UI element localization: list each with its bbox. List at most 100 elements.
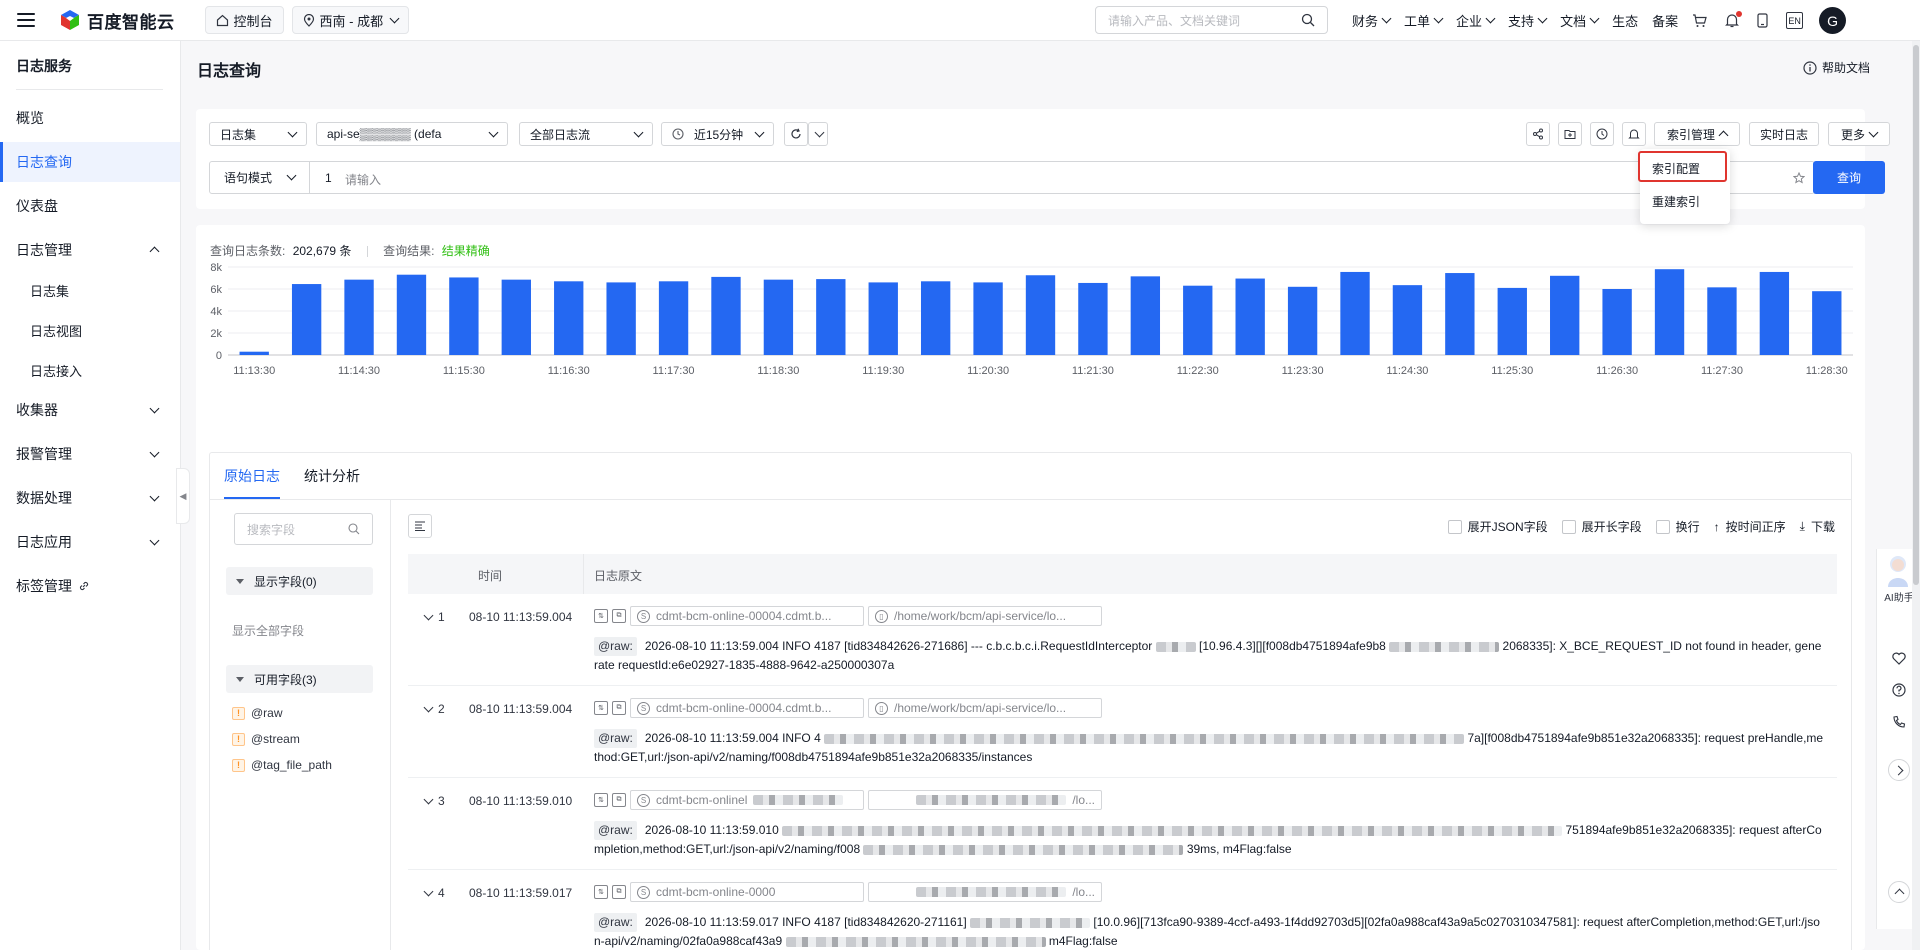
shown-fields-group[interactable]: 显示字段(0) [226,567,373,595]
histogram-bar[interactable] [1025,275,1056,355]
histogram-bar[interactable] [344,279,374,355]
histogram-chart[interactable]: 0 2k 4k 6k 8k 11:13:30 11:14:30 11:15:30 11:16:3… [196,261,1865,451]
path-tag[interactable]: ▯ /home/work/bcm/api-service/lo... [868,606,1102,626]
histogram-bar[interactable] [763,279,794,355]
path-tag[interactable]: /lo... [868,882,1102,902]
brand-logo[interactable]: 百度智能云 [59,8,175,33]
console-button[interactable]: 控制台 [204,6,284,34]
sidebar-item-dashboard[interactable]: 仪表盘 [0,186,180,226]
expand-icon[interactable]: ⇅ [594,885,608,899]
host-tag[interactable]: Scdmt-bcm-online-00004.cdmt.b... [630,698,864,718]
cart-icon[interactable] [1692,13,1707,28]
layout-toggle-button[interactable] [408,514,432,538]
nav-docs[interactable]: 文档 [1560,11,1600,30]
histogram-bar[interactable] [1759,271,1790,355]
histogram-bar[interactable] [554,281,584,355]
histogram-bar[interactable] [1602,289,1632,355]
histogram-bar[interactable] [1445,273,1475,355]
logset-select[interactable]: 日志集 [209,122,307,146]
field-item[interactable]: ! @stream [232,732,300,746]
share-button[interactable] [1526,122,1550,146]
table-row[interactable]: 4 08-10 11:13:59.017 ⇅ ⧉ Scdmt-bcm-onlin… [408,870,1837,950]
contact-button[interactable] [1890,713,1908,731]
logstore-select[interactable]: api-se▒▒▒▒▒▒ (defa [316,122,508,146]
refresh-options-button[interactable] [808,122,828,146]
global-search-input[interactable]: 请输入产品、文档关键词 [1095,6,1328,34]
histogram-bar[interactable] [1235,278,1265,355]
path-tag[interactable]: ▯ /home/work/bcm/api-service/lo... [868,698,1102,718]
path-tag[interactable]: /lo... [868,790,1102,810]
more-button[interactable]: 更多 [1828,122,1890,146]
histogram-bar[interactable] [1812,291,1842,355]
table-row[interactable]: 1 08-10 11:13:59.004 ⇅ ⧉ Scdmt-bcm-onlin… [408,594,1837,686]
menu-item-rebuild-index[interactable]: 重建索引 [1640,186,1730,216]
scrollbar-thumb[interactable] [1913,45,1919,585]
copy-icon[interactable]: ⧉ [612,609,626,623]
menu-icon[interactable] [17,13,35,27]
histogram-bar[interactable] [711,276,741,355]
refresh-button[interactable] [784,122,808,146]
histogram-bar[interactable] [1287,286,1318,355]
sidebar-item-overview[interactable]: 概览 [0,98,180,138]
search-icon[interactable] [1301,13,1315,27]
sidebar-item-tag-management[interactable]: 标签管理 [0,566,180,606]
histogram-bar[interactable] [1183,285,1213,355]
tab-raw-logs[interactable]: 原始日志 [224,453,280,499]
copy-icon[interactable]: ⧉ [612,701,626,715]
query-mode-select[interactable]: 语句模式 [210,162,310,193]
histogram-bar[interactable] [1130,276,1161,355]
sidebar-item-log-management[interactable]: 日志管理 [0,230,180,270]
alarm-button[interactable] [1622,122,1646,146]
row-expander[interactable]: 2 [422,702,445,716]
tab-statistics[interactable]: 统计分析 [304,453,360,499]
notification-button[interactable] [1725,11,1743,28]
histogram-bar[interactable] [1392,285,1423,355]
histogram-bar[interactable] [1550,275,1580,355]
field-item[interactable]: ! @tag_file_path [232,758,332,772]
sidebar-item-log-ingest[interactable]: 日志接入 [0,350,180,390]
host-tag[interactable]: Scdmt-bcm-online-00004.cdmt.b... [630,606,864,626]
sidebar-item-log-view[interactable]: 日志视图 [0,310,180,350]
download-button[interactable]: ⤓ 下载 [1800,518,1835,535]
nav-filing[interactable]: 备案 [1652,11,1678,30]
histogram-bar[interactable] [920,281,951,355]
histogram-bar[interactable] [1497,287,1527,355]
histogram-bar[interactable] [291,284,322,355]
expand-icon[interactable]: ⇅ [594,609,608,623]
help-button[interactable] [1890,681,1908,699]
histogram-bar[interactable] [1078,282,1108,355]
histogram-bar[interactable] [396,274,427,355]
avatar[interactable]: G [1819,7,1847,34]
query-input[interactable]: 请输入 [345,171,381,188]
histogram-bar[interactable] [501,279,531,355]
row-expander[interactable]: 4 [422,886,445,900]
field-item[interactable]: ! @raw [232,706,283,720]
show-all-fields-link[interactable]: 显示全部字段 [232,622,304,639]
ai-assistant-button[interactable]: AI助手 [1883,553,1915,604]
available-fields-group[interactable]: 可用字段(3) [226,665,373,693]
favorite-button[interactable] [1890,649,1908,667]
copy-icon[interactable]: ⧉ [612,885,626,899]
expand-toolbar-button[interactable] [1888,759,1910,781]
back-to-top-button[interactable] [1888,881,1910,903]
expand-icon[interactable]: ⇅ [594,701,608,715]
expand-json-checkbox[interactable]: 展开JSON字段 [1447,518,1548,535]
region-select[interactable]: 西南 - 成都 [291,6,410,34]
histogram-bar[interactable] [606,282,636,355]
field-search-input[interactable]: 搜索字段 [234,513,373,545]
star-icon[interactable] [1793,172,1805,184]
histogram-bar[interactable] [449,277,479,355]
copy-icon[interactable]: ⧉ [612,793,626,807]
time-range-select[interactable]: 近15分钟 [661,122,774,146]
nav-ticket[interactable]: 工单 [1404,11,1444,30]
histogram-bar[interactable] [1340,271,1370,355]
sidebar-item-logset[interactable]: 日志集 [0,270,180,310]
host-tag[interactable]: Scdmt-bcm-onlinel [630,790,864,810]
save-search-button[interactable] [1558,122,1582,146]
nav-support[interactable]: 支持 [1508,11,1548,30]
table-row[interactable]: 2 08-10 11:13:59.004 ⇅ ⧉ Scdmt-bcm-onlin… [408,686,1837,778]
page-scrollbar[interactable] [1912,41,1920,950]
sidebar-item-log-query[interactable]: 日志查询 [0,142,180,182]
histogram-bar[interactable] [973,282,1003,355]
index-management-button[interactable]: 索引管理 [1654,122,1740,146]
